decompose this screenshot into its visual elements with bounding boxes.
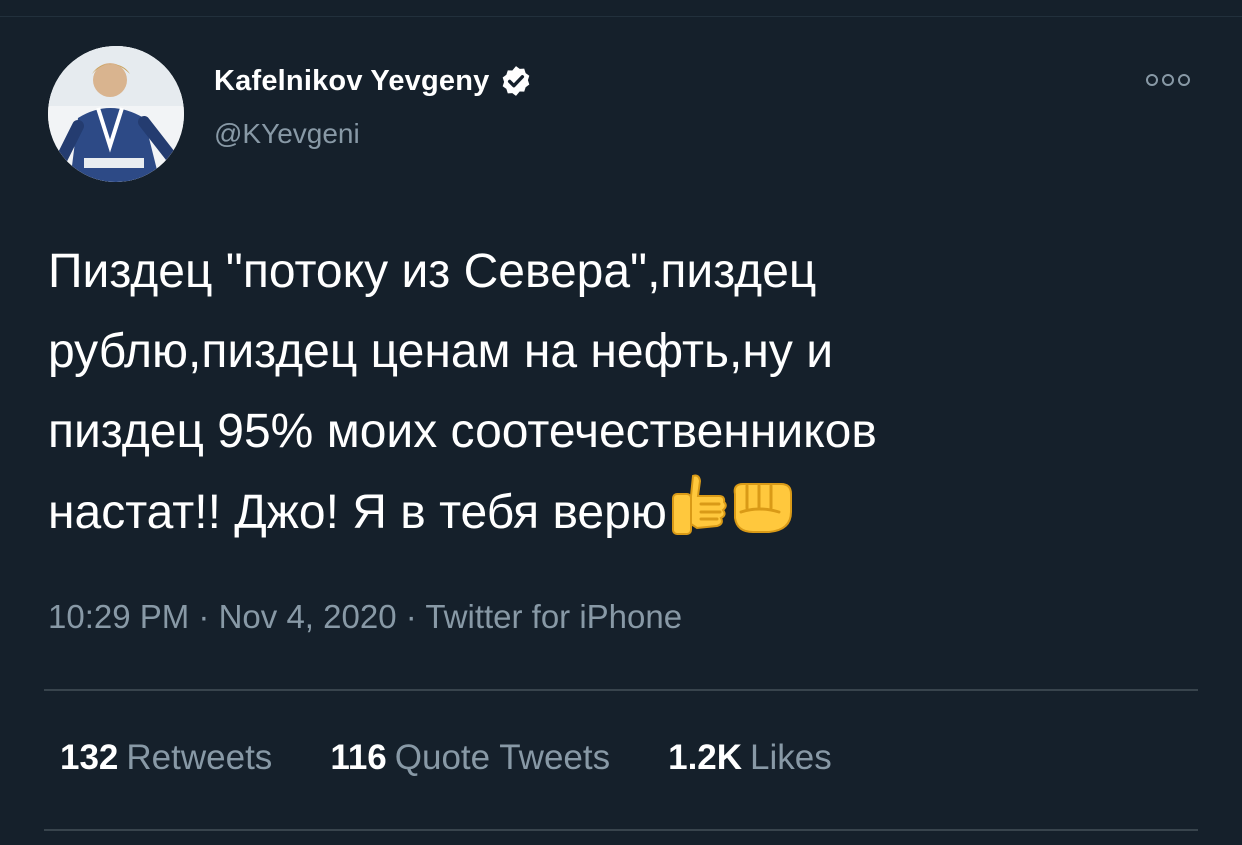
- likes-stat[interactable]: 1.2K Likes: [668, 738, 832, 778]
- stats-bottom-divider: [44, 829, 1198, 831]
- tweet-text: Пиздец "потоку из Севера",пиздец рублю,п…: [48, 232, 1208, 563]
- retweets-stat[interactable]: 132 Retweets: [60, 738, 272, 778]
- tweet-source-link[interactable]: Twitter for iPhone: [425, 598, 682, 635]
- author-display-name[interactable]: Kafelnikov Yevgeny: [214, 65, 489, 98]
- likes-count: 1.2K: [668, 738, 743, 777]
- more-dot-icon: [1178, 74, 1190, 86]
- more-options-button[interactable]: [1146, 74, 1190, 86]
- quote-tweets-label: Quote Tweets: [394, 738, 611, 777]
- verified-badge-icon: [499, 64, 533, 98]
- meta-separator: ·: [405, 598, 417, 635]
- meta-separator: ·: [198, 598, 210, 635]
- fist-icon: [729, 478, 795, 563]
- tweet-date[interactable]: Nov 4, 2020: [219, 598, 397, 635]
- retweets-count: 132: [60, 738, 119, 777]
- quote-tweets-stat[interactable]: 116 Quote Tweets: [330, 738, 610, 778]
- avatar-image: [48, 46, 184, 182]
- top-divider: [0, 16, 1242, 17]
- stats-top-divider: [44, 689, 1198, 691]
- retweets-label: Retweets: [126, 738, 273, 777]
- avatar[interactable]: [48, 46, 184, 182]
- tweet-meta: 10:29 PM · Nov 4, 2020 · Twitter for iPh…: [48, 598, 682, 636]
- thumbs-up-icon: [667, 472, 729, 563]
- author-name-row: Kafelnikov Yevgeny: [214, 64, 533, 98]
- tweet-time[interactable]: 10:29 PM: [48, 598, 189, 635]
- more-dot-icon: [1162, 74, 1174, 86]
- quote-tweets-count: 116: [330, 738, 387, 777]
- author-handle[interactable]: @KYevgeni: [214, 118, 360, 150]
- tweet-stats: 132 Retweets 116 Quote Tweets 1.2K Likes: [60, 738, 832, 778]
- likes-label: Likes: [750, 738, 832, 777]
- more-dot-icon: [1146, 74, 1158, 86]
